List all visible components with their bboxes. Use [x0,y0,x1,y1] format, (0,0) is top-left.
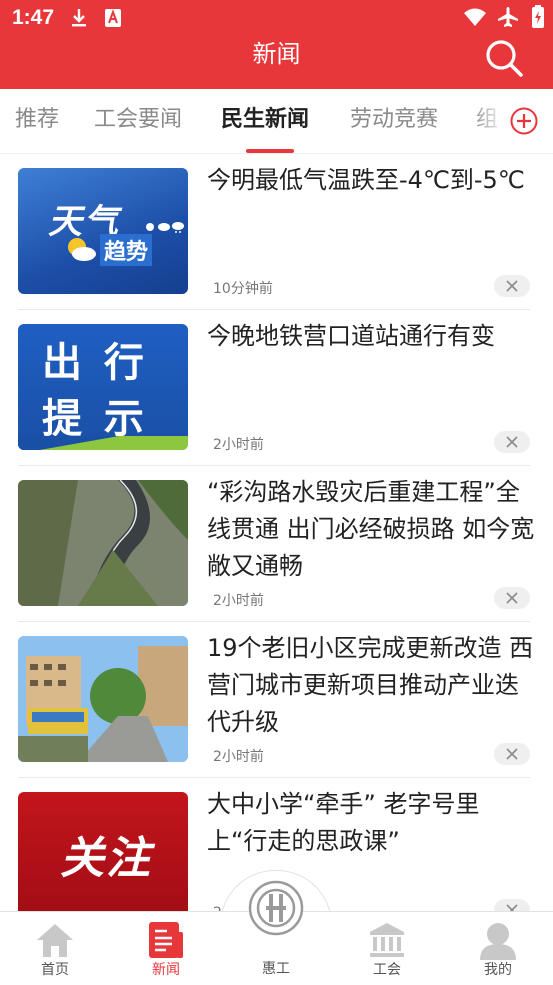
close-icon [506,904,518,911]
nav-news-label: 新闻 [152,962,180,978]
nav-news[interactable]: 新闻 [126,912,206,985]
tab-labor-competition[interactable]: 劳动竞赛 [350,105,438,135]
news-time: 2小时前 [213,593,264,609]
news-thumbnail: 出 行 提 示 [18,324,188,450]
nav-home[interactable]: 首页 [15,912,95,985]
news-item[interactable]: 天气 趋势 今明最低气温跌至-4℃到-5℃ 10分钟前 [0,154,553,310]
battery-charging-icon [532,5,544,28]
news-thumbnail [18,636,188,762]
news-item[interactable]: 19个老旧小区完成更新改造 西营门城市更新项目推动产业迭代升级 2小时前 [0,622,553,778]
mountain-road-photo [18,480,188,606]
news-time: 10分钟前 [213,281,273,297]
search-icon[interactable] [484,38,524,78]
nav-benefits-label[interactable]: 惠工 [236,958,316,978]
news-item[interactable]: “彩沟路水毁灾后重建工程”全线贯通 出门必经破损路 如今宽敞又通畅 2小时前 [0,466,553,622]
dismiss-button[interactable] [494,743,530,765]
news-thumbnail [18,480,188,606]
tab-recommend[interactable]: 推荐 [15,105,59,135]
close-icon [506,280,518,292]
dismiss-button[interactable] [494,275,530,297]
app-notification-icon [105,9,121,27]
page-title: 新闻 [252,40,301,68]
news-time: 2小时前 [213,437,264,453]
weather-symbols-icon [146,222,184,233]
sun-cloud-icon [68,238,96,261]
add-channel-icon[interactable] [510,107,538,135]
news-item[interactable]: 出 行 提 示 今晚地铁营口道站通行有变 2小时前 [0,310,553,466]
thumb-text-travel: 出 行 [42,340,148,386]
app-header: 1:47 新闻 [0,0,553,89]
category-tabs: 推荐 工会要闻 民生新闻 劳动竞赛 组 [0,89,553,153]
tab-livelihood-news[interactable]: 民生新闻 [221,105,309,135]
union-emblem-icon[interactable] [248,880,304,936]
close-icon [506,592,518,604]
residential-street-photo [18,636,188,762]
airplane-mode-icon [498,7,518,27]
news-title: 今明最低气温跌至-4℃到-5℃ [207,166,525,194]
tab-union-news[interactable]: 工会要闻 [94,105,182,135]
news-title: 大中小学“牵手” 老字号里上“行走的思政课” [207,790,480,855]
dismiss-button[interactable] [494,587,530,609]
thumb-accent-bar [18,436,188,450]
home-icon [37,924,73,957]
dismiss-button[interactable] [494,899,530,911]
news-thumbnail: 天气 趋势 [18,168,188,294]
nav-home-label: 首页 [41,962,69,978]
download-icon [72,9,86,27]
building-icon [370,923,404,957]
news-list: 天气 趋势 今明最低气温跌至-4℃到-5℃ 10分钟前 出 行 提 示 今晚地铁… [0,154,553,911]
news-title: “彩沟路水毁灾后重建工程”全线贯通 出门必经破损路 如今宽敞又通畅 [207,478,535,580]
news-thumbnail: 关注 [18,792,188,911]
news-icon [149,922,183,958]
status-time: 1:47 [12,6,55,29]
nav-profile[interactable]: 我的 [458,912,538,985]
news-title: 19个老旧小区完成更新改造 西营门城市更新项目推动产业迭代升级 [207,634,534,736]
close-icon [506,748,518,760]
user-icon [480,923,516,960]
thumb-text-focus: 关注 [60,833,152,884]
close-icon [506,436,518,448]
nav-union-label: 工会 [373,962,401,978]
dismiss-button[interactable] [494,431,530,453]
nav-union[interactable]: 工会 [347,912,427,985]
thumb-text-trend: 趋势 [100,234,153,266]
wifi-icon [464,8,486,26]
status-bar: 1:47 [0,0,553,36]
news-time: 2小时前 [213,749,264,765]
nav-profile-label: 我的 [484,962,512,978]
news-title: 今晚地铁营口道站通行有变 [207,322,495,350]
